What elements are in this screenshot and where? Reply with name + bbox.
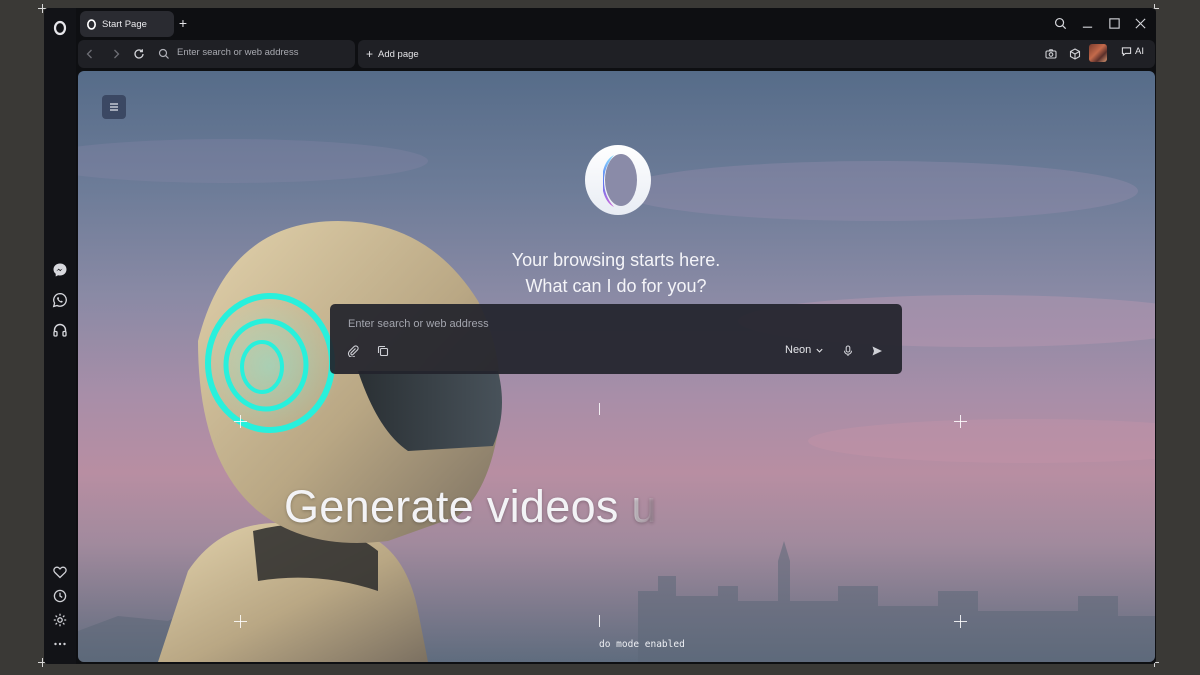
maximize-button[interactable] (1105, 14, 1123, 32)
opera-menu-button[interactable] (50, 18, 70, 38)
snapshot-button[interactable] (1043, 46, 1059, 62)
history-icon (53, 589, 67, 603)
sidebar-item-history[interactable] (50, 586, 70, 606)
tick-marker (599, 403, 600, 415)
profile-avatar[interactable] (1089, 44, 1107, 62)
paperclip-icon (347, 345, 359, 357)
chevron-down-icon (816, 348, 823, 353)
microphone-icon (843, 345, 853, 356)
headline-line-1: Your browsing starts here. (511, 250, 721, 270)
page-toolbar: + Add page (358, 40, 1155, 68)
video-caption-fading: u (631, 481, 657, 532)
headphones-icon (53, 323, 67, 337)
forward-icon (114, 49, 120, 59)
crosshair-marker (954, 415, 967, 428)
maximize-icon (1108, 17, 1120, 29)
crosshair-marker (234, 615, 247, 628)
send-button[interactable] (869, 343, 885, 359)
search-icon (158, 48, 169, 59)
opera-logo-icon (585, 145, 651, 215)
camera-icon (1045, 49, 1057, 59)
mode-status-text: do mode enabled (599, 639, 685, 650)
close-button[interactable] (1131, 14, 1149, 32)
address-search-icon-wrap (156, 46, 172, 62)
opera-logo-icon (53, 20, 67, 36)
sidebar (44, 8, 76, 664)
minimize-icon (1082, 26, 1092, 28)
address-input[interactable]: Enter search or web address (177, 47, 357, 61)
reload-icon (134, 49, 144, 59)
voice-input-button[interactable] (840, 343, 856, 359)
add-page-label: Add page (378, 48, 419, 60)
back-button[interactable] (82, 46, 98, 62)
attach-button[interactable] (345, 343, 361, 359)
send-icon (872, 346, 882, 356)
headline-line-2: What can I do for you? (525, 276, 707, 296)
heart-icon (53, 566, 67, 579)
start-page: Your browsing starts here. What can I do… (78, 71, 1155, 662)
search-icon (1054, 17, 1066, 29)
sidebar-item-music[interactable] (50, 320, 70, 340)
tab-start-page[interactable]: Start Page (80, 11, 174, 37)
sidebar-item-messenger[interactable] (50, 260, 70, 280)
whatsapp-icon (52, 292, 67, 308)
plus-icon: + (366, 47, 374, 61)
reload-button[interactable] (131, 46, 147, 62)
cube-icon (1069, 48, 1081, 60)
sidebar-more-button[interactable] (50, 634, 70, 654)
messenger-icon (53, 263, 67, 277)
start-search-input[interactable]: Enter search or web address (348, 318, 768, 334)
chat-icon (1121, 47, 1132, 57)
sidebar-item-settings[interactable] (50, 610, 70, 630)
tab-search-button[interactable] (1051, 14, 1069, 32)
start-search-card: Enter search or web address Neon (330, 304, 902, 374)
back-icon (86, 49, 92, 59)
more-icon (54, 642, 66, 646)
settings-icon (53, 613, 67, 627)
minimize-button[interactable] (1078, 14, 1096, 32)
start-page-headline: Your browsing starts here. What can I do… (416, 247, 816, 299)
close-icon (1134, 17, 1146, 29)
crosshair-marker (954, 615, 967, 628)
copy-icon (377, 345, 389, 357)
browser-window: Start Page + Enter search or web address… (44, 8, 1156, 664)
easy-setup-button[interactable] (102, 95, 126, 119)
new-tab-button[interactable]: + (175, 15, 191, 31)
video-caption-text: Generate videos (284, 481, 632, 532)
address-bar: Enter search or web address (78, 40, 355, 68)
opera-favicon-icon (87, 18, 96, 30)
extensions-button[interactable] (1067, 46, 1083, 62)
tab-title: Start Page (102, 18, 147, 30)
sidebar-item-favorites[interactable] (50, 562, 70, 582)
ai-label: AI (1135, 46, 1144, 57)
tabs-context-button[interactable] (375, 343, 391, 359)
menu-icon (110, 103, 118, 111)
model-select-value: Neon (785, 344, 812, 356)
crosshair-marker (234, 415, 247, 428)
model-select[interactable]: Neon (785, 344, 824, 356)
tick-marker (599, 615, 600, 627)
video-caption: Generate videos u (284, 481, 657, 533)
add-page-button[interactable]: + Add page (366, 47, 419, 61)
forward-button[interactable] (108, 46, 124, 62)
sidebar-item-whatsapp[interactable] (50, 290, 70, 310)
aria-ai-button[interactable]: AI (1121, 46, 1144, 57)
